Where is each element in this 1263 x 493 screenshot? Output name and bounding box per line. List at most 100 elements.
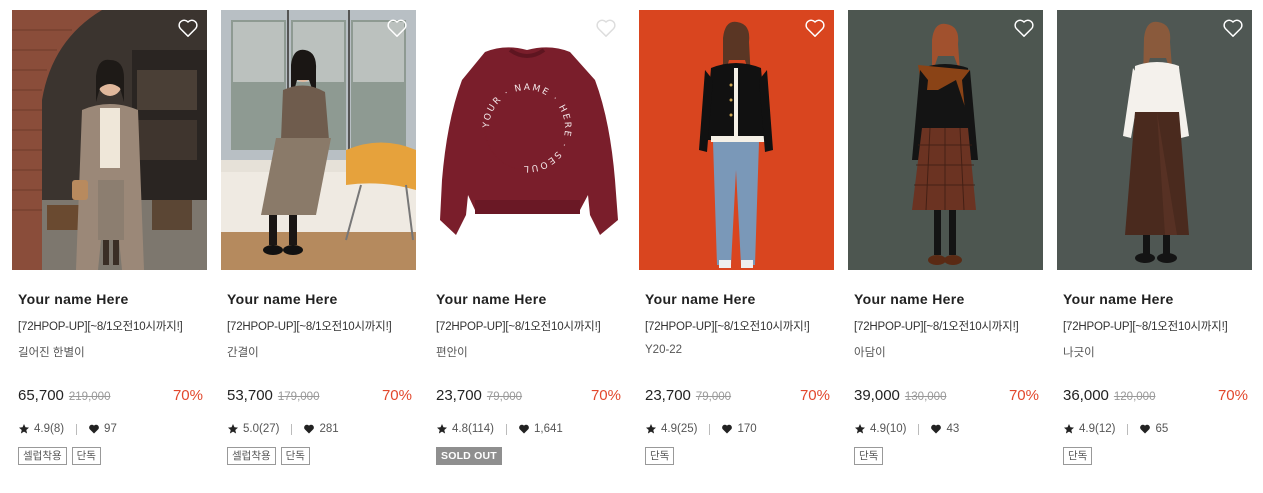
- divider: [76, 423, 78, 435]
- product-title[interactable]: [72HPOP-UP][~8/1오전10시까지!]: [18, 318, 207, 333]
- review-meta: 4.8(114) 1,641: [436, 422, 563, 436]
- product-subtitle: 길어진 한별이: [18, 347, 85, 359]
- tag-badge: 셀럽착용: [18, 447, 67, 465]
- product-image[interactable]: [221, 10, 416, 270]
- price-row: 23,700 79,000 70%: [436, 387, 621, 407]
- product-image[interactable]: [1057, 10, 1252, 270]
- tag-list: SOLD OUT: [436, 447, 502, 465]
- heart-filled-icon: [931, 424, 942, 434]
- likes-count: 170: [737, 423, 757, 435]
- tag-list: 셀럽착용 단독: [18, 447, 101, 465]
- tag-list: 단독: [645, 447, 675, 465]
- original-price: 179,000: [277, 391, 320, 403]
- star-icon: [228, 424, 238, 434]
- heart-filled-icon: [89, 424, 99, 434]
- product-subtitle: 아담이: [854, 347, 886, 359]
- discount-rate: 70%: [381, 387, 412, 404]
- original-price: 130,000: [904, 391, 947, 403]
- tag-list: 단독: [1063, 447, 1093, 465]
- sale-price: 23,700: [645, 387, 691, 404]
- likes-count: 43: [946, 423, 960, 435]
- sale-price: 23,700: [436, 387, 482, 404]
- rating-text: 4.9(8): [34, 423, 65, 435]
- review-meta: 4.9(12) 65: [1063, 422, 1168, 436]
- product-card[interactable]: Your name Here [72HPOP-UP][~8/1오전10시까지!]…: [12, 10, 207, 465]
- product-title[interactable]: [72HPOP-UP][~8/1오전10시까지!]: [854, 318, 1043, 333]
- rating-text: 4.9(25): [661, 423, 698, 435]
- product-title[interactable]: [72HPOP-UP][~8/1오전10시까지!]: [645, 318, 834, 333]
- original-price: 79,000: [486, 391, 523, 403]
- heart-filled-icon: [519, 424, 529, 434]
- review-meta: 4.9(8) 97: [18, 422, 117, 436]
- star-icon: [1064, 424, 1074, 434]
- product-card[interactable]: Your name Here [72HPOP-UP][~8/1오전10시까지!]…: [221, 10, 416, 465]
- product-title[interactable]: [72HPOP-UP][~8/1오전10시까지!]: [436, 318, 625, 333]
- original-price: 79,000: [695, 391, 732, 403]
- price-row: 36,000 120,000 70%: [1063, 387, 1248, 407]
- product-card[interactable]: Your name Here [72HPOP-UP][~8/1오전10시까지!]…: [639, 10, 834, 465]
- sale-price: 65,700: [18, 387, 64, 404]
- wishlist-heart-icon[interactable]: [386, 18, 408, 38]
- product-image[interactable]: [848, 10, 1043, 270]
- price-row: 53,700 179,000 70%: [227, 387, 412, 407]
- product-subtitle: Y20-22: [645, 344, 683, 356]
- product-subtitle: 간결이: [227, 347, 259, 359]
- likes-count: 1,641: [533, 423, 563, 435]
- discount-rate: 70%: [1008, 387, 1039, 404]
- likes-count: 97: [104, 423, 117, 435]
- product-card[interactable]: YOUR · NAME · HERE · SEOUL Your name Her…: [430, 10, 625, 465]
- brand-name[interactable]: Your name Here: [645, 291, 834, 309]
- woman-orange-background-photo: [639, 10, 834, 270]
- review-meta: 5.0(27) 281: [227, 422, 339, 436]
- product-image[interactable]: [12, 10, 207, 270]
- woman-plaid-skirt-photo: [848, 10, 1043, 270]
- wishlist-heart-icon[interactable]: [1222, 18, 1244, 38]
- wishlist-heart-icon[interactable]: [595, 18, 617, 38]
- tag-list: 셀럽착용 단독: [227, 447, 310, 465]
- heart-filled-icon: [1140, 424, 1151, 434]
- burgundy-sweatshirt-photo: YOUR · NAME · HERE · SEOUL: [430, 10, 625, 270]
- product-image[interactable]: [639, 10, 834, 270]
- tag-badge: 단독: [71, 447, 101, 465]
- rating-text: 5.0(27): [243, 423, 280, 435]
- tag-badge: 단독: [1063, 447, 1093, 465]
- heart-filled-icon: [722, 424, 733, 434]
- brand-name[interactable]: Your name Here: [1063, 291, 1252, 309]
- price-row: 65,700 219,000 70%: [18, 387, 203, 407]
- rating-text: 4.9(10): [870, 423, 907, 435]
- woman-brown-skirt-photo: [1057, 10, 1252, 270]
- sale-price: 36,000: [1063, 387, 1109, 404]
- divider: [505, 423, 507, 435]
- brand-name[interactable]: Your name Here: [227, 291, 416, 309]
- divider: [918, 423, 920, 435]
- tag-badge: 단독: [854, 447, 884, 465]
- product-title[interactable]: [72HPOP-UP][~8/1오전10시까지!]: [1063, 318, 1252, 333]
- sold-out-badge: SOLD OUT: [436, 447, 502, 465]
- product-subtitle: 나긋이: [1063, 347, 1095, 359]
- product-image[interactable]: YOUR · NAME · HERE · SEOUL: [430, 10, 625, 270]
- price-row: 39,000 130,000 70%: [854, 387, 1039, 407]
- discount-rate: 70%: [590, 387, 621, 404]
- tag-badge: 단독: [280, 447, 310, 465]
- divider: [709, 423, 711, 435]
- discount-rate: 70%: [799, 387, 830, 404]
- product-grid: Your name Here [72HPOP-UP][~8/1오전10시까지!]…: [12, 10, 1252, 465]
- brand-name[interactable]: Your name Here: [436, 291, 625, 309]
- divider: [1127, 423, 1129, 435]
- sale-price: 53,700: [227, 387, 273, 404]
- brand-name[interactable]: Your name Here: [854, 291, 1043, 309]
- tag-badge: 셀럽착용: [227, 447, 276, 465]
- product-card[interactable]: Your name Here [72HPOP-UP][~8/1오전10시까지!]…: [1057, 10, 1252, 465]
- product-subtitle: 편안이: [436, 347, 468, 359]
- wishlist-heart-icon[interactable]: [1013, 18, 1035, 38]
- wishlist-heart-icon[interactable]: [177, 18, 199, 38]
- tag-badge: 단독: [645, 447, 675, 465]
- likes-count: 281: [319, 423, 339, 435]
- wishlist-heart-icon[interactable]: [804, 18, 826, 38]
- star-icon: [855, 424, 865, 434]
- original-price: 219,000: [68, 391, 111, 403]
- product-title[interactable]: [72HPOP-UP][~8/1오전10시까지!]: [227, 318, 416, 333]
- heart-filled-icon: [304, 424, 315, 434]
- product-card[interactable]: Your name Here [72HPOP-UP][~8/1오전10시까지!]…: [848, 10, 1043, 465]
- brand-name[interactable]: Your name Here: [18, 291, 207, 309]
